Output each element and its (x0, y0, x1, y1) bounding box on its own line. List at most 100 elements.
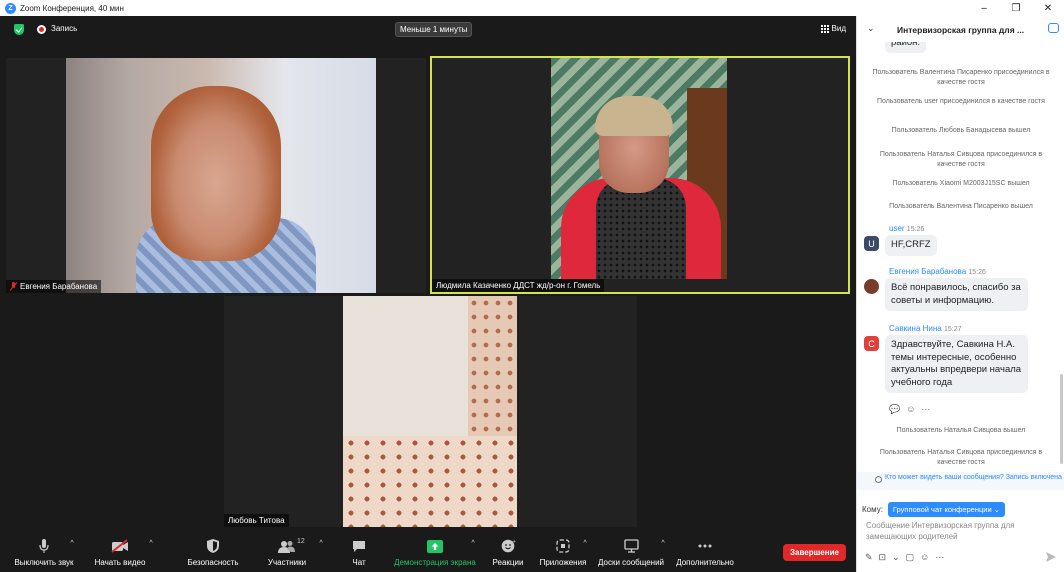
chevron-down-icon[interactable]: ⌄ (892, 552, 900, 563)
recording-icon (37, 25, 46, 34)
whiteboards-label: Доски сообщений (598, 558, 665, 567)
system-message: Пользователь user присоединился в качест… (877, 98, 1045, 105)
apps-options-caret[interactable]: ^ (580, 531, 590, 551)
restore-button[interactable]: ❐ (1000, 0, 1032, 16)
avatar: С (864, 336, 879, 351)
format-icon[interactable]: ✎ (865, 552, 873, 563)
file-icon[interactable]: ▢ (906, 552, 915, 563)
reactions-icon: + (501, 538, 516, 554)
whiteboard-icon (623, 538, 639, 554)
start-video-button[interactable]: Начать видео (92, 531, 148, 572)
participants-options-caret[interactable]: ^ (316, 531, 326, 551)
share-options-caret[interactable]: ^ (468, 531, 478, 551)
meeting-top-strip: Запись Меньше 1 минуты Вид (0, 16, 856, 42)
window-titlebar: Z Zoom Конференция, 40 мин – ❐ ✕ (0, 0, 1064, 16)
chat-label: Чат (352, 558, 366, 567)
video-tile-participant-1[interactable]: Евгения Барабанова (6, 58, 426, 293)
people-icon (875, 476, 882, 483)
participant-video (66, 58, 376, 293)
participant-name: Любовь Титова (228, 516, 285, 525)
whiteboards-options-caret[interactable]: ^ (658, 531, 668, 551)
chat-button[interactable]: Чат (346, 531, 372, 572)
message-bubble-partial: район. (885, 42, 927, 53)
video-off-icon (111, 538, 129, 554)
chat-header: ⌄ Интервизорская группа для ... (857, 16, 1064, 42)
meeting-area: Запись Меньше 1 минуты Вид Евгения Бараб… (0, 16, 856, 572)
screenshot-icon[interactable]: ⊡ (879, 552, 887, 563)
window-controls: – ❐ ✕ (968, 0, 1064, 16)
view-button[interactable]: Вид (820, 24, 846, 33)
reactions-button[interactable]: + Реакции (489, 531, 527, 572)
emoji-icon[interactable]: ☺ (920, 552, 929, 563)
participant-video (551, 58, 727, 279)
svg-text:+: + (512, 539, 516, 545)
chat-icon (352, 538, 366, 554)
whiteboards-button[interactable]: Доски сообщений (598, 531, 664, 572)
message-sender: Савкина Нина 15:27 (889, 324, 962, 333)
system-message: Пользователь Xiaomi M2003J15SC вышел (892, 180, 1030, 187)
recipient-label: Кому: (862, 505, 883, 514)
apps-icon (556, 538, 570, 554)
chat-visibility-notice[interactable]: Кто может видеть ваши сообщения? Запись … (857, 472, 1064, 490)
participants-button[interactable]: 12 Участники (264, 531, 310, 572)
recipient-row: Кому: Групповой чат конференции ⌄ (862, 502, 1006, 517)
mic-muted-icon (10, 282, 17, 291)
more-icon[interactable]: ··· (935, 552, 944, 563)
grid-view-icon (820, 24, 829, 33)
shield-icon (207, 538, 219, 554)
end-meeting-button[interactable]: Завершение (783, 544, 846, 561)
mute-button[interactable]: Выключить звук (14, 531, 74, 572)
chat-panel: ⌄ Интервизорская группа для ... район. П… (856, 16, 1064, 572)
system-message: Пользователь Любовь Банадысева вышел (891, 127, 1031, 134)
recording-label: Запись (51, 24, 78, 33)
minimize-button[interactable]: – (968, 0, 1000, 16)
audio-options-caret[interactable]: ^ (67, 531, 77, 551)
participant-name: Людмила Казаченко ДДСТ жд/р-он г. Гомель (436, 281, 601, 290)
meeting-duration-pill[interactable]: Меньше 1 минуты (395, 22, 473, 37)
notice-text: Кто может видеть ваши сообщения? Запись … (885, 474, 1062, 481)
more-dots-icon (698, 538, 712, 554)
participant-name-label: Людмила Казаченко ДДСТ жд/р-он г. Гомель (432, 279, 605, 292)
avatar (864, 279, 879, 294)
share-screen-button[interactable]: Демонстрация экрана (393, 531, 477, 572)
video-tile-participant-3[interactable]: Любовь Титова (224, 296, 637, 527)
chat-messages[interactable]: район. Пользователь Валентина Писаренко … (857, 42, 1064, 472)
video-options-caret[interactable]: ^ (146, 531, 156, 551)
participant-name-label: Евгения Барабанова (6, 280, 102, 293)
chevron-down-icon[interactable]: ⌄ (867, 23, 875, 34)
message-bubble: Здравствуйте, Савкина Н.А. темы интересн… (885, 335, 1028, 393)
share-screen-label: Демонстрация экрана (394, 558, 476, 567)
reply-icon[interactable]: 💬 (889, 404, 900, 415)
apps-label: Приложения (539, 558, 587, 567)
encryption-shield-icon[interactable] (14, 24, 24, 35)
chat-popout-icon[interactable] (1048, 23, 1059, 33)
participants-label: Участники (267, 558, 307, 567)
chat-title: Интервизорская группа для ... (897, 25, 1025, 35)
message-actions: 💬 ☺ ··· (889, 404, 930, 415)
chat-scrollbar[interactable] (1060, 374, 1063, 464)
security-button[interactable]: Безопасность (186, 531, 240, 572)
recipient-select[interactable]: Групповой чат конференции ⌄ (887, 502, 1006, 517)
message-sender: Евгения Барабанова 15:26 (889, 267, 986, 276)
window-title: Zoom Конференция, 40 мин (20, 3, 124, 13)
message-bubble: HF,CRFZ (885, 235, 937, 256)
message-input[interactable]: Сообщение Интервизорская группа для заме… (866, 520, 1056, 542)
add-reaction-icon[interactable]: ☺ (906, 404, 915, 415)
start-video-label: Начать видео (94, 558, 146, 567)
system-message: Пользователь Валентина Писаренко присоед… (872, 69, 1050, 86)
close-button[interactable]: ✕ (1032, 0, 1064, 16)
message-sender: user 15:26 (889, 224, 925, 233)
mute-label: Выключить звук (14, 558, 74, 567)
avatar: U (864, 236, 879, 251)
share-screen-icon (427, 538, 443, 554)
meeting-toolbar: Выключить звук ^ Начать видео ^ Безопасн… (0, 531, 856, 572)
participants-count: 12 (297, 538, 305, 545)
security-label: Безопасность (187, 558, 239, 567)
video-tile-participant-2[interactable]: Людмила Казаченко ДДСТ жд/р-он г. Гомель (430, 56, 850, 294)
more-button[interactable]: Дополнительно (675, 531, 735, 572)
more-actions-icon[interactable]: ··· (921, 404, 930, 415)
participant-video (343, 296, 517, 527)
compose-toolbar: ✎ ⊡ ⌄ ▢ ☺ ··· (865, 552, 944, 563)
system-message: Пользователь Валентина Писаренко вышел (889, 203, 1033, 210)
send-icon[interactable] (1046, 552, 1056, 562)
